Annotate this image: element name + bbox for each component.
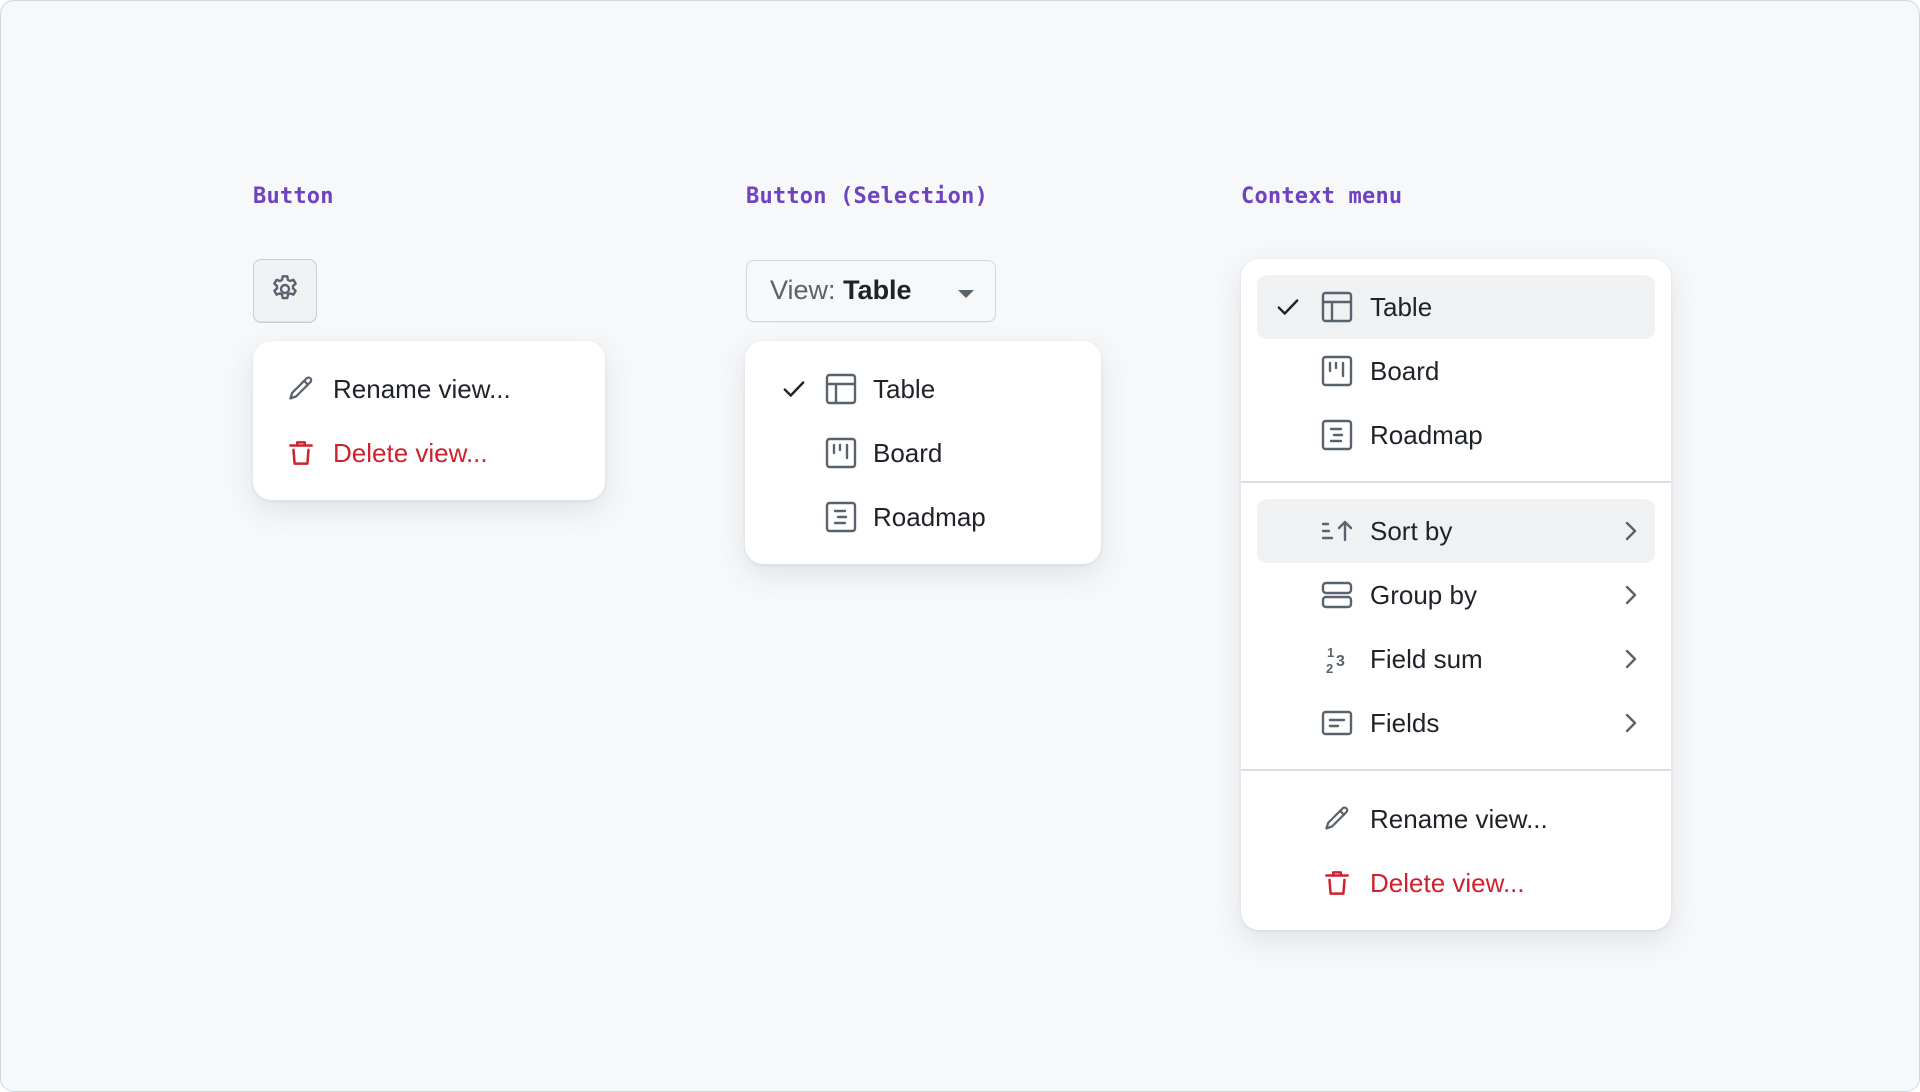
svg-text:3: 3	[1336, 653, 1345, 670]
selection-menu: Table Board Roadmap	[745, 341, 1101, 564]
context-menu: Table Board Roadmap Sort by Group by 1 2…	[1241, 259, 1671, 930]
view-prefix: View:	[770, 275, 836, 305]
context-item-label: Rename view...	[1370, 803, 1548, 834]
pencil-icon	[285, 373, 317, 405]
rows-icon	[1321, 579, 1353, 611]
menu-item-label: Delete view...	[333, 437, 488, 468]
sort-asc-icon	[1321, 515, 1353, 547]
board-icon	[825, 437, 857, 469]
svg-text:2: 2	[1326, 661, 1333, 675]
context-item-label: Field sum	[1370, 643, 1483, 674]
context-item-rename-view[interactable]: Rename view...	[1257, 787, 1655, 851]
context-item-field-sum[interactable]: 123 Field sum	[1257, 627, 1655, 691]
context-item-fields[interactable]: Fields	[1257, 691, 1655, 755]
context-item-label: Table	[1370, 291, 1433, 322]
context-item-sort-by[interactable]: Sort by	[1257, 499, 1655, 563]
trash-icon	[1321, 867, 1353, 899]
note-icon	[1321, 707, 1353, 739]
table-icon	[825, 373, 857, 405]
menu-item-roadmap[interactable]: Roadmap	[761, 485, 1085, 549]
button-menu: Rename view... Delete view...	[253, 341, 605, 500]
context-item-table[interactable]: Table	[1257, 275, 1655, 339]
context-item-group-by[interactable]: Group by	[1257, 563, 1655, 627]
context-item-label: Sort by	[1370, 515, 1453, 546]
context-item-label: Board	[1370, 355, 1440, 386]
roadmap-icon	[1321, 419, 1353, 451]
menu-item-label: Roadmap	[873, 501, 986, 532]
pencil-icon	[1321, 803, 1353, 835]
table-icon	[1321, 291, 1353, 323]
chevron-right-icon	[1623, 583, 1639, 607]
context-item-roadmap[interactable]: Roadmap	[1257, 403, 1655, 467]
view-selection-button[interactable]: View: Table	[746, 260, 996, 322]
settings-button[interactable]	[253, 259, 317, 323]
menu-item-table[interactable]: Table	[761, 357, 1085, 421]
board-icon	[1321, 355, 1353, 387]
view-value: Table	[843, 275, 912, 305]
triangle-down-icon	[958, 290, 974, 298]
roadmap-icon	[825, 501, 857, 533]
gear-icon	[269, 273, 301, 310]
context-item-delete-view[interactable]: Delete view...	[1257, 851, 1655, 915]
check-icon	[1275, 294, 1301, 320]
chevron-right-icon	[1623, 647, 1639, 671]
menu-item-board[interactable]: Board	[761, 421, 1085, 485]
menu-item-rename-view[interactable]: Rename view...	[269, 357, 589, 421]
number-icon: 123	[1321, 643, 1353, 675]
context-item-board[interactable]: Board	[1257, 339, 1655, 403]
context-item-label: Roadmap	[1370, 419, 1483, 450]
chevron-right-icon	[1623, 711, 1639, 735]
section-label-selection: Button (Selection)	[746, 184, 989, 209]
context-item-label: Group by	[1370, 579, 1477, 610]
svg-text:1: 1	[1327, 645, 1334, 660]
menu-item-label: Table	[873, 373, 936, 404]
trash-icon	[285, 437, 317, 469]
menu-item-label: Board	[873, 437, 943, 468]
view-selection-label: View: Table	[770, 275, 912, 306]
chevron-right-icon	[1623, 519, 1639, 543]
section-label-context-menu: Context menu	[1241, 184, 1403, 209]
check-icon	[781, 376, 807, 402]
menu-item-delete-view[interactable]: Delete view...	[269, 421, 589, 485]
context-item-label: Fields	[1370, 707, 1440, 738]
context-item-label: Delete view...	[1370, 867, 1525, 898]
menu-divider	[1241, 481, 1671, 483]
menu-item-label: Rename view...	[333, 373, 511, 404]
section-label-button: Button	[253, 184, 334, 209]
menu-divider	[1241, 769, 1671, 771]
page-canvas: Button Button (Selection) Context menu R…	[0, 0, 1920, 1092]
